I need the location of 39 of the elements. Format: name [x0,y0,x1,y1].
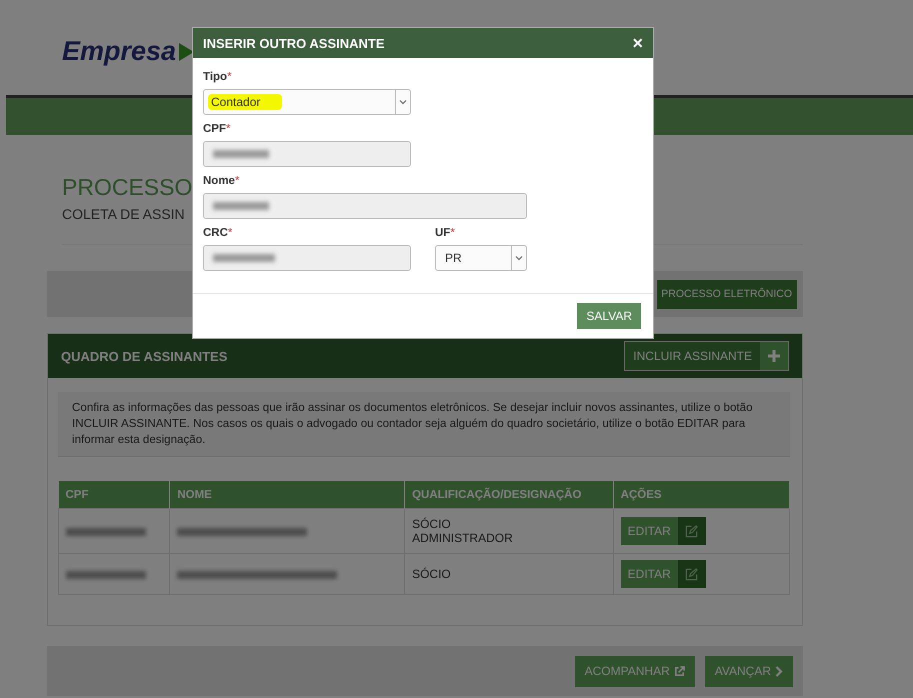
footer-button[interactable]: ACOMPANHAR [574,656,695,686]
page-title: PROCESSO [62,174,192,201]
edit-button[interactable]: EDITAR [620,517,706,545]
table-cell: SÓCIO ADMINISTRADOR [404,508,614,554]
select-value: PR [445,251,462,265]
caret-icon [399,99,407,105]
field-label: CRC* [203,227,234,241]
column-header: CPF [58,481,170,508]
field-label: CPF* [203,123,232,137]
select-field[interactable]: PR [435,245,527,271]
input-field[interactable] [203,141,411,167]
edit-button[interactable]: EDITAR [620,560,706,588]
add-signer-button[interactable]: INCLUIR ASSINANTE [624,341,789,371]
logo-text: Empresa [62,36,176,67]
select-value: Contador [208,94,282,110]
field-label: Tipo* [203,71,233,85]
page-subtitle: COLETA DE ASSIN [62,206,185,222]
caret-icon [515,255,523,261]
panel-title: QUADRO DE ASSINANTES [61,348,228,364]
chevron-right-icon [775,666,783,676]
edit-icon [685,524,698,538]
footer-button[interactable]: AVANÇAR [704,656,793,686]
input-field[interactable] [203,193,527,219]
column-header: QUALIFICAÇÃO/DESIGNAÇÃO [404,481,614,508]
select-field[interactable]: Contador [203,89,411,115]
field-label: Nome* [203,175,240,189]
field-label: UF* [435,227,456,241]
column-header: AÇÕES [613,481,790,508]
column-header: NOME [170,481,405,508]
save-button[interactable]: SALVAR [577,303,641,329]
info-text: Confira as informações das pessoas que irão assinar os documentos eletrônicos. Se desejar incluir novos assinantes, utilize o botão INCLUIR ASSINANTE. Nos casos os quais o advogado ou contador seja alguém do quadro societário, utilize o botão EDITAR para informar esta designação. [58,392,790,457]
close-button[interactable]: × [632,34,643,52]
process-button[interactable]: PROCESSO ELETRÔNICO [657,280,797,308]
table-cell: SÓCIO [404,554,614,594]
plus-icon [768,350,780,362]
dialog-title: INSERIR OUTRO ASSINANTE [203,36,385,50]
external-link-icon [674,666,685,676]
input-field[interactable] [203,245,411,271]
edit-icon [685,568,698,580]
